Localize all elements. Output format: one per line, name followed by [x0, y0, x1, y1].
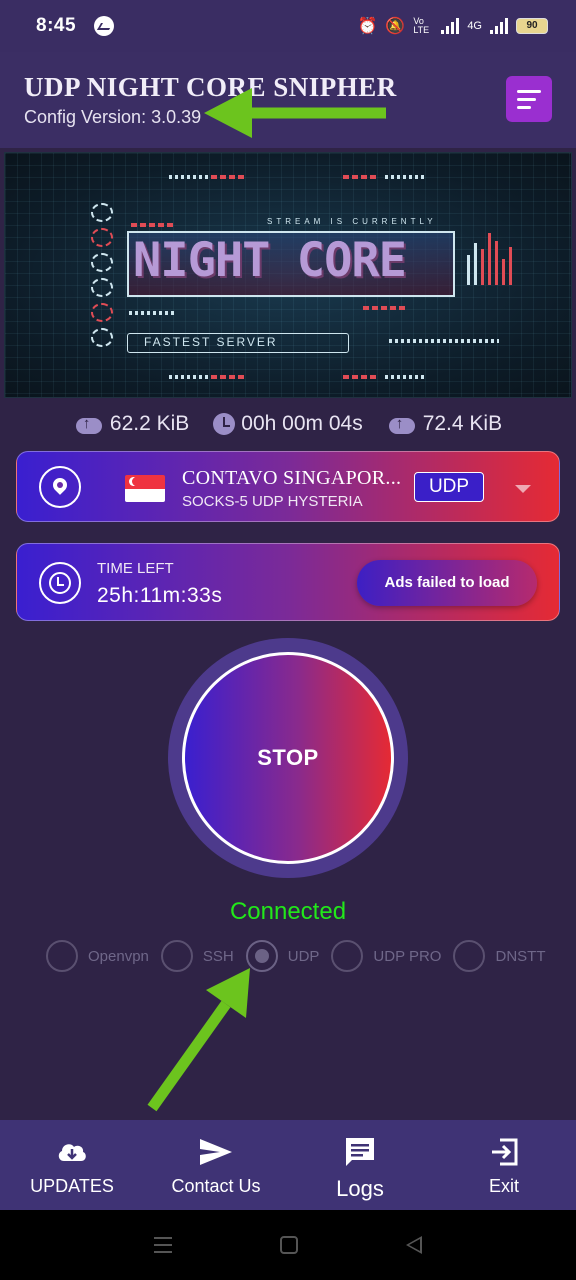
- protocol-options: Openvpn SSH UDP UDP PRO DNSTT: [46, 936, 557, 976]
- nav-updates-label: UPDATES: [30, 1176, 114, 1196]
- radio-button-selected[interactable]: [245, 940, 278, 972]
- volte-label: Vo LTE: [413, 16, 430, 35]
- download-stat: 72.4 KiB: [387, 412, 502, 436]
- send-icon: [200, 1139, 232, 1165]
- protocol-option-udp-pro[interactable]: UDP PRO: [331, 940, 441, 972]
- upload-value: 62.2 KiB: [109, 412, 190, 435]
- nav-exit-label: Exit: [488, 1176, 519, 1196]
- network-label: 4G: [467, 20, 482, 32]
- nav-exit[interactable]: Exit: [432, 1120, 576, 1210]
- protocol-label: UDP: [287, 947, 320, 965]
- stop-label: STOP: [257, 745, 319, 770]
- back-icon[interactable]: [406, 1236, 422, 1254]
- server-type: SOCKS-5 UDP HYSTERIA: [182, 493, 363, 510]
- mute-icon: 🔕: [385, 18, 406, 35]
- nav-updates[interactable]: UPDATES: [0, 1120, 144, 1210]
- singapore-flag-icon: [125, 475, 165, 502]
- protocol-label: UDP PRO: [373, 947, 442, 965]
- protocol-option-ssh[interactable]: SSH: [160, 940, 234, 972]
- timer-circle: [39, 562, 81, 604]
- cloud-download-icon: [58, 1144, 86, 1161]
- ads-button[interactable]: Ads failed to load: [357, 560, 537, 606]
- banner-tagline: STREAM IS CURRENTLY: [267, 217, 437, 226]
- app-title: UDP NIGHT CORE SNIPHER: [24, 72, 397, 102]
- messenger-icon: [94, 16, 115, 36]
- annotation-arrow-bottom: [147, 968, 250, 1112]
- protocol-option-openvpn[interactable]: Openvpn: [46, 940, 149, 972]
- radio-button[interactable]: [331, 940, 364, 972]
- banner-subtitle: FASTEST SERVER: [127, 333, 349, 353]
- download-value: 72.4 KiB: [422, 412, 503, 435]
- bottom-navigation: UPDATES Contact Us Logs Exit: [0, 1120, 576, 1210]
- nav-contact-label: Contact Us: [171, 1176, 261, 1196]
- chevron-down-icon[interactable]: [515, 485, 531, 493]
- banner-image: STREAM IS CURRENTLY NIGHT CORE FASTEST S…: [4, 152, 572, 398]
- protocol-option-udp[interactable]: UDP: [245, 940, 320, 972]
- duration-stat: 00h 00m 04s: [213, 412, 363, 436]
- clock-icon: [213, 413, 236, 435]
- protocol-label: DNSTT: [495, 947, 546, 965]
- signal-icon-2: [490, 18, 508, 34]
- app-header: UDP NIGHT CORE SNIPHER Config Version: 3…: [0, 52, 576, 148]
- radio-button[interactable]: [46, 940, 78, 972]
- config-version: Config Version: 3.0.39: [24, 107, 202, 127]
- protocol-badge: UDP: [414, 472, 484, 502]
- protocol-label: Openvpn: [88, 947, 149, 965]
- home-icon[interactable]: [280, 1236, 298, 1254]
- radio-button[interactable]: [160, 940, 193, 972]
- nav-logs[interactable]: Logs: [288, 1120, 432, 1210]
- banner-logo: NIGHT CORE: [133, 233, 407, 288]
- signal-icon: [441, 18, 460, 34]
- time-left-label: TIME LEFT: [97, 560, 174, 577]
- exit-icon: [492, 1138, 518, 1166]
- menu-icon: [517, 89, 541, 93]
- status-bar: 8:45 ⏰ 🔕 Vo LTE 4G 90: [0, 0, 576, 52]
- banner-bars: [467, 233, 512, 285]
- nav-logs-label: Logs: [336, 1176, 384, 1201]
- message-icon: [346, 1138, 374, 1166]
- location-pin-circle: [39, 466, 81, 508]
- status-icons: ⏰ 🔕 Vo LTE 4G 90: [357, 16, 548, 36]
- timer-icon: [49, 572, 71, 594]
- menu-button[interactable]: [506, 76, 552, 122]
- status-time: 8:45: [36, 15, 77, 36]
- server-selector[interactable]: CONTAVO SINGAPOR... SOCKS-5 UDP HYSTERIA…: [16, 451, 560, 522]
- connection-status: Connected: [229, 898, 347, 925]
- alarm-icon: ⏰: [357, 18, 378, 35]
- server-name: CONTAVO SINGAPOR...: [182, 467, 402, 489]
- stats-row: 62.2 KiB 00h 00m 04s 72.4 KiB: [0, 404, 576, 444]
- protocol-option-dnstt[interactable]: DNSTT: [453, 940, 545, 972]
- battery-icon: 90: [516, 18, 548, 34]
- protocol-label: SSH: [202, 947, 234, 965]
- location-pin-icon: [53, 478, 67, 496]
- radio-button[interactable]: [453, 940, 486, 972]
- duration-value: 00h 00m 04s: [241, 412, 363, 435]
- recent-apps-icon[interactable]: [154, 1237, 172, 1253]
- time-left-value: 25h:11m:33s: [97, 584, 223, 607]
- stop-button[interactable]: STOP: [182, 652, 394, 864]
- system-navigation: [0, 1210, 576, 1280]
- upload-stat: 62.2 KiB: [74, 412, 189, 436]
- nav-contact[interactable]: Contact Us: [144, 1120, 288, 1210]
- time-left-card: TIME LEFT 25h:11m:33s Ads failed to load: [16, 543, 560, 621]
- banner-circles: [91, 203, 113, 347]
- download-cloud-icon: [387, 414, 417, 434]
- upload-cloud-icon: [74, 414, 104, 434]
